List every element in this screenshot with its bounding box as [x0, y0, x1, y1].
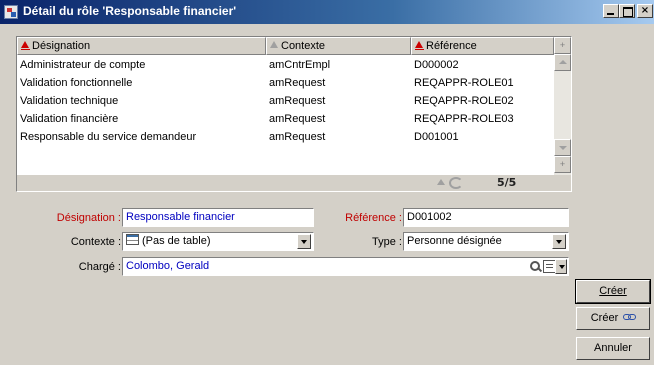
cell-reference: REQAPPR-ROLE03 — [414, 113, 514, 125]
cancel-button[interactable]: Annuler — [576, 337, 650, 360]
list-row[interactable]: Validation fonctionnelle amRequest REQAP… — [17, 74, 554, 92]
sort-indicator-icon — [270, 41, 279, 50]
minimize-button[interactable] — [603, 4, 619, 18]
charge-label: Chargé : — [78, 261, 121, 273]
list-row[interactable]: Responsable du service demandeur amReque… — [17, 128, 554, 146]
column-header-contexte[interactable]: Contexte — [266, 37, 411, 55]
close-button[interactable]: × — [637, 4, 653, 18]
vertical-scrollbar[interactable]: + + — [554, 37, 571, 175]
cell-reference: REQAPPR-ROLE01 — [414, 77, 514, 89]
sort-indicator-icon — [415, 41, 424, 50]
expand-button[interactable]: + — [554, 156, 571, 173]
chevron-down-icon[interactable] — [552, 234, 566, 249]
cell-reference: REQAPPR-ROLE02 — [414, 95, 514, 107]
list-row[interactable]: Administrateur de compte amCntrEmpl D000… — [17, 56, 554, 74]
cell-designation: Validation technique — [20, 95, 119, 107]
cell-contexte: amRequest — [269, 113, 326, 125]
column-header-designation[interactable]: Désignation — [17, 37, 266, 55]
designation-field[interactable]: Responsable financier — [122, 208, 314, 227]
table-icon — [126, 234, 139, 245]
cell-contexte: amCntrEmpl — [269, 59, 331, 71]
collapse-arrow-icon[interactable] — [437, 179, 445, 185]
record-count: 5/5 — [497, 176, 517, 189]
scroll-down-button[interactable] — [554, 139, 571, 156]
type-select[interactable]: Personne désignée — [403, 232, 569, 251]
contexte-select[interactable]: (Pas de table) — [122, 232, 314, 251]
cell-reference: D000002 — [414, 59, 459, 71]
list-footer: 5/5 — [17, 175, 571, 191]
contexte-value: (Pas de table) — [142, 235, 211, 247]
cell-designation: Administrateur de compte — [20, 59, 146, 71]
charge-field[interactable]: Colombo, Gerald — [122, 257, 569, 276]
create-button[interactable]: Créer — [575, 279, 651, 304]
column-header-reference[interactable]: Référence — [411, 37, 554, 55]
charge-value: Colombo, Gerald — [126, 260, 210, 272]
designation-label: Désignation : — [56, 212, 121, 224]
maximize-button[interactable] — [619, 4, 635, 18]
link-icon — [623, 313, 637, 321]
cell-designation: Validation fonctionnelle — [20, 77, 133, 89]
list-row[interactable]: Validation financière amRequest REQAPPR-… — [17, 110, 554, 128]
contexte-label: Contexte : — [70, 236, 121, 248]
chevron-down-icon[interactable] — [297, 234, 311, 249]
list-header: Désignation Contexte Référence — [17, 37, 554, 55]
create-link-button[interactable]: Créer — [576, 307, 650, 330]
type-value: Personne désignée — [407, 235, 502, 247]
reference-field[interactable]: D001002 — [403, 208, 569, 227]
cell-contexte: amRequest — [269, 95, 326, 107]
reference-label: Référence : — [345, 212, 402, 224]
type-label: Type : — [372, 236, 402, 248]
cell-designation: Validation financière — [20, 113, 119, 125]
search-icon[interactable] — [529, 260, 542, 273]
window-title: Détail du rôle 'Responsable financier' — [23, 4, 237, 18]
refresh-icon[interactable] — [449, 177, 463, 189]
title-bar[interactable]: Détail du rôle 'Responsable financier' × — [0, 0, 654, 24]
chevron-down-icon[interactable] — [555, 259, 567, 274]
scroll-up-button[interactable] — [554, 54, 571, 71]
cell-contexte: amRequest — [269, 77, 326, 89]
cell-contexte: amRequest — [269, 131, 326, 143]
roles-list[interactable]: Désignation Contexte Référence Administr… — [16, 36, 572, 192]
column-add-button[interactable]: + — [554, 37, 571, 54]
sort-indicator-icon — [21, 41, 30, 50]
window-app-icon — [4, 5, 18, 19]
cell-designation: Responsable du service demandeur — [20, 131, 197, 143]
list-row[interactable]: Validation technique amRequest REQAPPR-R… — [17, 92, 554, 110]
cell-reference: D001001 — [414, 131, 459, 143]
